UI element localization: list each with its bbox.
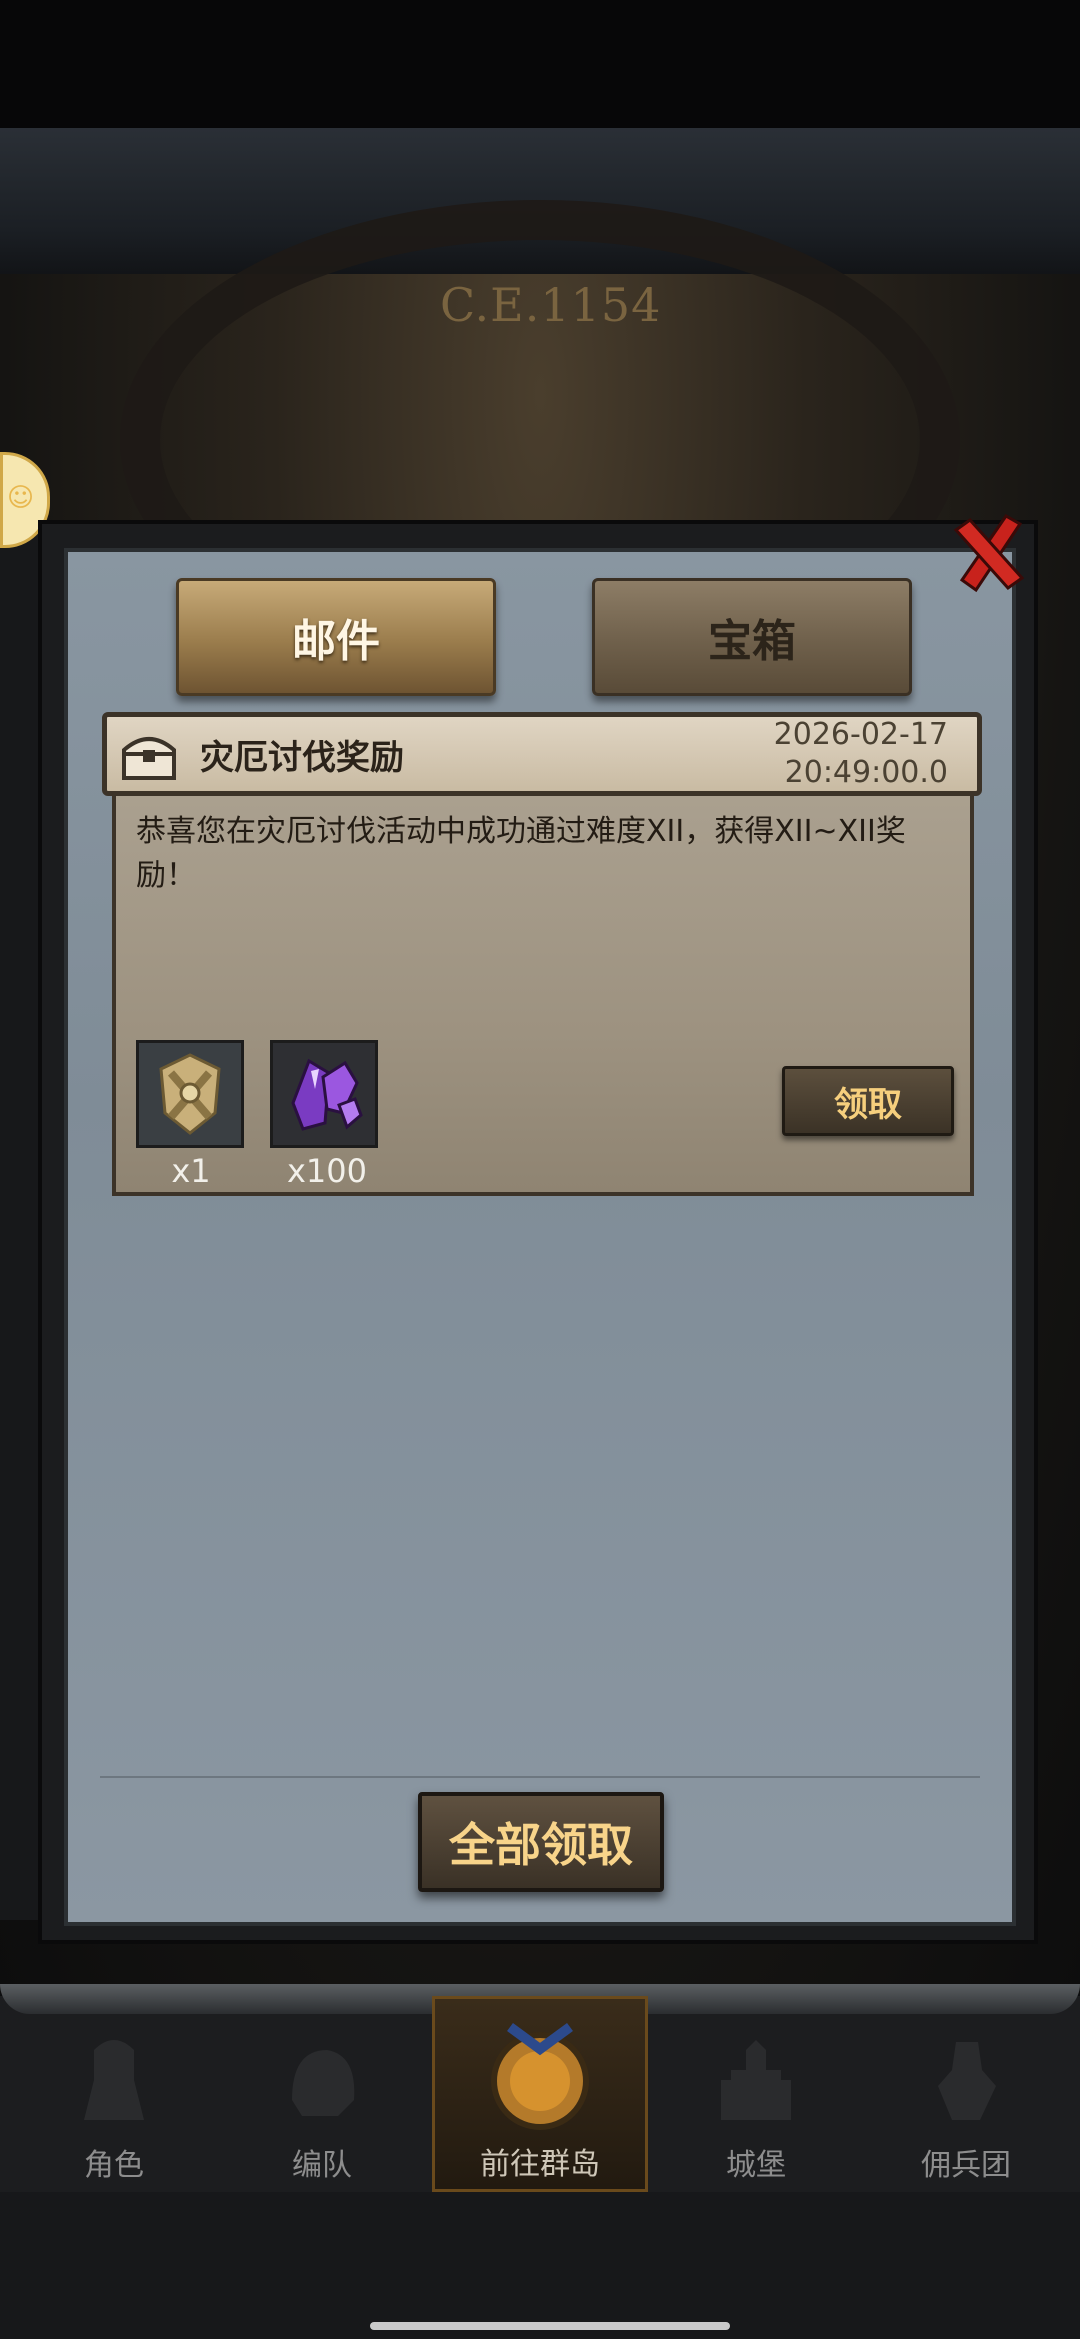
status-bar <box>0 0 1080 128</box>
nav-item-formation[interactable]: 编队 <box>222 2010 422 2190</box>
helmet-icon <box>262 2020 382 2140</box>
nav-label: 城堡 <box>726 2148 786 2183</box>
mail-title: 灾厄讨伐奖励 <box>200 738 404 778</box>
close-icon <box>953 514 1025 593</box>
avatar-face-icon: ☺ <box>7 483 35 513</box>
mercenary-icon <box>906 2020 1026 2140</box>
reward-count: x1 <box>171 1152 211 1190</box>
compass-icon <box>480 2019 600 2139</box>
home-indicator[interactable] <box>370 2322 730 2330</box>
reward-item[interactable] <box>136 1040 244 1148</box>
mail-message: 恭喜您在灾厄讨伐活动中成功通过难度XII，获得XII~XII奖励！ <box>136 814 906 893</box>
mail-time: 20:49:00.0 <box>784 755 948 790</box>
purple-crystal-icon <box>273 1043 375 1145</box>
bottom-strip <box>0 2192 1080 2339</box>
nav-label: 前往群岛 <box>480 2147 600 2182</box>
tab-mail[interactable]: 邮件 <box>176 578 496 696</box>
castle-icon <box>696 2020 816 2140</box>
mail-date: 2026-02-17 <box>773 717 948 752</box>
knight-icon <box>54 2020 174 2140</box>
reward-item[interactable] <box>270 1040 378 1148</box>
nav-item-castle[interactable]: 城堡 <box>656 2010 856 2190</box>
nav-item-islands[interactable]: 前往群岛 <box>432 1996 648 2192</box>
claim-all-button[interactable]: 全部领取 <box>418 1792 664 1892</box>
gold-crest-icon <box>139 1043 241 1145</box>
mail-timestamp: 2026-02-17 20:49:00.0 <box>720 716 948 792</box>
treasure-chest-icon <box>116 722 182 788</box>
tab-chest[interactable]: 宝箱 <box>592 578 912 696</box>
nav-item-character[interactable]: 角色 <box>14 2010 214 2190</box>
era-label: C.E.1154 <box>440 278 662 332</box>
nav-label: 角色 <box>84 2148 144 2183</box>
nav-label: 佣兵团 <box>921 2148 1011 2183</box>
nav-label: 编队 <box>292 2148 352 2183</box>
close-button[interactable] <box>942 508 1032 598</box>
nav-item-mercenary[interactable]: 佣兵团 <box>866 2010 1066 2190</box>
divider <box>100 1776 980 1778</box>
reward-count: x100 <box>286 1152 367 1190</box>
claim-button[interactable]: 领取 <box>782 1066 954 1136</box>
